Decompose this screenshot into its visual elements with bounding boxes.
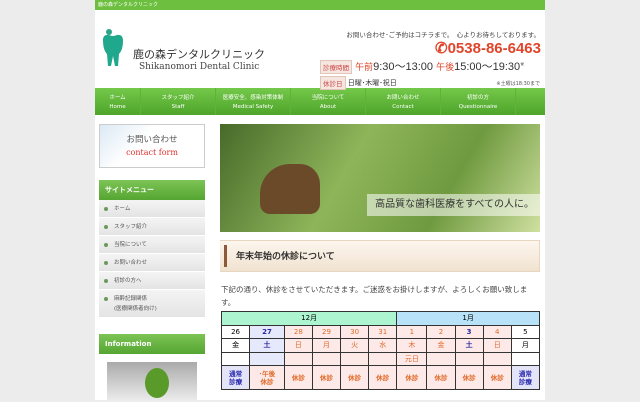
- day-cell: 26: [220, 324, 251, 339]
- day-cell: 28: [283, 324, 313, 339]
- status-cell: 休診: [396, 365, 428, 390]
- day-cell: 31: [368, 324, 398, 339]
- weekday-cell: 木: [396, 338, 428, 353]
- sidebar-item-contact[interactable]: お問い合わせ: [99, 254, 205, 272]
- note-cell: [426, 351, 456, 366]
- sidebar-item-about[interactable]: 当院について: [99, 236, 205, 254]
- day-cell: 5: [510, 324, 541, 339]
- site-menu-title: サイトメニュー: [99, 180, 205, 200]
- day-cell: 1: [396, 324, 428, 339]
- sidebar-item-staff[interactable]: スタッフ紹介: [99, 218, 205, 236]
- weekday-cell: 日: [482, 338, 512, 353]
- information-title: Information: [99, 334, 205, 354]
- note-cell: [482, 351, 512, 366]
- status-cell: 休診: [482, 365, 512, 390]
- weekday-cell: 金: [426, 338, 456, 353]
- status-cell: 休診: [368, 365, 398, 390]
- day-cell: 3: [454, 324, 484, 339]
- weekday-cell: 月: [311, 338, 342, 353]
- header: 鹿の森デンタルクリニック Shikanomori Dental Clinic お…: [95, 10, 545, 90]
- weekday-cell: 火: [340, 338, 370, 353]
- saturday-note: ※土曜は18:30まで: [496, 81, 540, 87]
- nav-item[interactable]: ホーム Home: [95, 88, 141, 115]
- note-cell: 元日: [396, 351, 428, 366]
- phone-number[interactable]: ✆0538-86-6463: [435, 39, 541, 57]
- month-header: 12月: [220, 311, 398, 326]
- holiday-notice: 下記の通り、休診をさせていただきます。ご迷惑をお掛けしますが、よろしくお願い致し…: [221, 285, 528, 307]
- information-image: [107, 362, 197, 402]
- status-cell: ･午後 休診: [249, 365, 285, 390]
- sidebar-item-anesthesia[interactable]: 麻酔記録関係 (医療関係者向け): [99, 290, 205, 318]
- weekday-cell: 水: [368, 338, 398, 353]
- weekday-cell: 金: [220, 338, 251, 353]
- status-cell: 通常 診療: [220, 365, 251, 390]
- nav-item[interactable]: 医療安全、感染対策体制 Medical Safety: [216, 88, 291, 115]
- sidebar-item-first-visit[interactable]: 初診の方へ: [99, 272, 205, 290]
- note-cell: [220, 351, 251, 366]
- closed-days: 休診日 日曜･木曜･祝日: [320, 76, 397, 90]
- note-cell: [311, 351, 342, 366]
- nav-item[interactable]: お問い合わせ Contact: [366, 88, 441, 115]
- sidebar: お問い合わせ contact form サイトメニュー ホーム スタッフ紹介 当院…: [99, 124, 205, 402]
- note-cell: [249, 351, 285, 366]
- note-cell: [510, 351, 541, 366]
- hero-caption: 高品質な歯科医療をすべての人に。: [367, 194, 540, 216]
- day-cell: 2: [426, 324, 456, 339]
- weekday-cell: 月: [510, 338, 541, 353]
- note-cell: [283, 351, 313, 366]
- status-cell: 休診: [283, 365, 313, 390]
- top-bar: 鹿の森デンタルクリニック: [95, 0, 545, 10]
- day-cell: 4: [482, 324, 512, 339]
- clinic-name[interactable]: 鹿の森デンタルクリニック: [133, 46, 265, 62]
- tooth-logo-icon[interactable]: [101, 28, 125, 68]
- status-cell: 休診: [340, 365, 370, 390]
- weekday-cell: 土: [249, 338, 285, 353]
- deer-image: [260, 164, 320, 214]
- sidebar-item-home[interactable]: ホーム: [99, 200, 205, 218]
- status-cell: 休診: [426, 365, 456, 390]
- weekday-cell: 土: [454, 338, 484, 353]
- contact-message: お問い合わせ･ご予約はコチラまで。 心よりお待ちしております。: [346, 31, 540, 39]
- nav-item[interactable]: 当院について About: [291, 88, 366, 115]
- section-heading: 年末年始の休診について: [220, 240, 540, 272]
- clinic-name-en: Shikanomori Dental Clinic: [139, 62, 260, 72]
- weekday-cell: 日: [283, 338, 313, 353]
- day-cell: 27: [249, 324, 285, 339]
- note-cell: [340, 351, 370, 366]
- status-cell: 休診: [311, 365, 342, 390]
- note-cell: [368, 351, 398, 366]
- main-nav: ホーム Home スタッフ紹介 Staff 医療安全、感染対策体制 Medical Saf…: [95, 88, 545, 115]
- status-cell: 通常 診療: [510, 365, 541, 390]
- day-cell: 30: [340, 324, 370, 339]
- month-header: 1月: [396, 311, 540, 326]
- contact-form-banner[interactable]: お問い合わせ contact form: [99, 124, 205, 168]
- page: 鹿の森デンタルクリニック 鹿の森デンタルクリニック Shikanomori De…: [95, 0, 545, 402]
- nav-item[interactable]: スタッフ紹介 Staff: [141, 88, 216, 115]
- phone-icon: ✆: [435, 40, 448, 57]
- holiday-table: 12月 1月 26 27 28 29 30 31 1 2 3 4 5 金土日月火水木金土日月元日 通常 診療…: [220, 311, 541, 390]
- note-cell: [454, 351, 484, 366]
- day-cell: 29: [311, 324, 342, 339]
- clinic-hours: 診療時間 午前9:30〜13:00 午後15:00〜19:30※: [320, 58, 524, 75]
- nav-item[interactable]: 初診の方 Questionnaire: [441, 88, 516, 115]
- status-cell: 休診: [454, 365, 484, 390]
- hero-image: 高品質な歯科医療をすべての人に。: [220, 124, 540, 232]
